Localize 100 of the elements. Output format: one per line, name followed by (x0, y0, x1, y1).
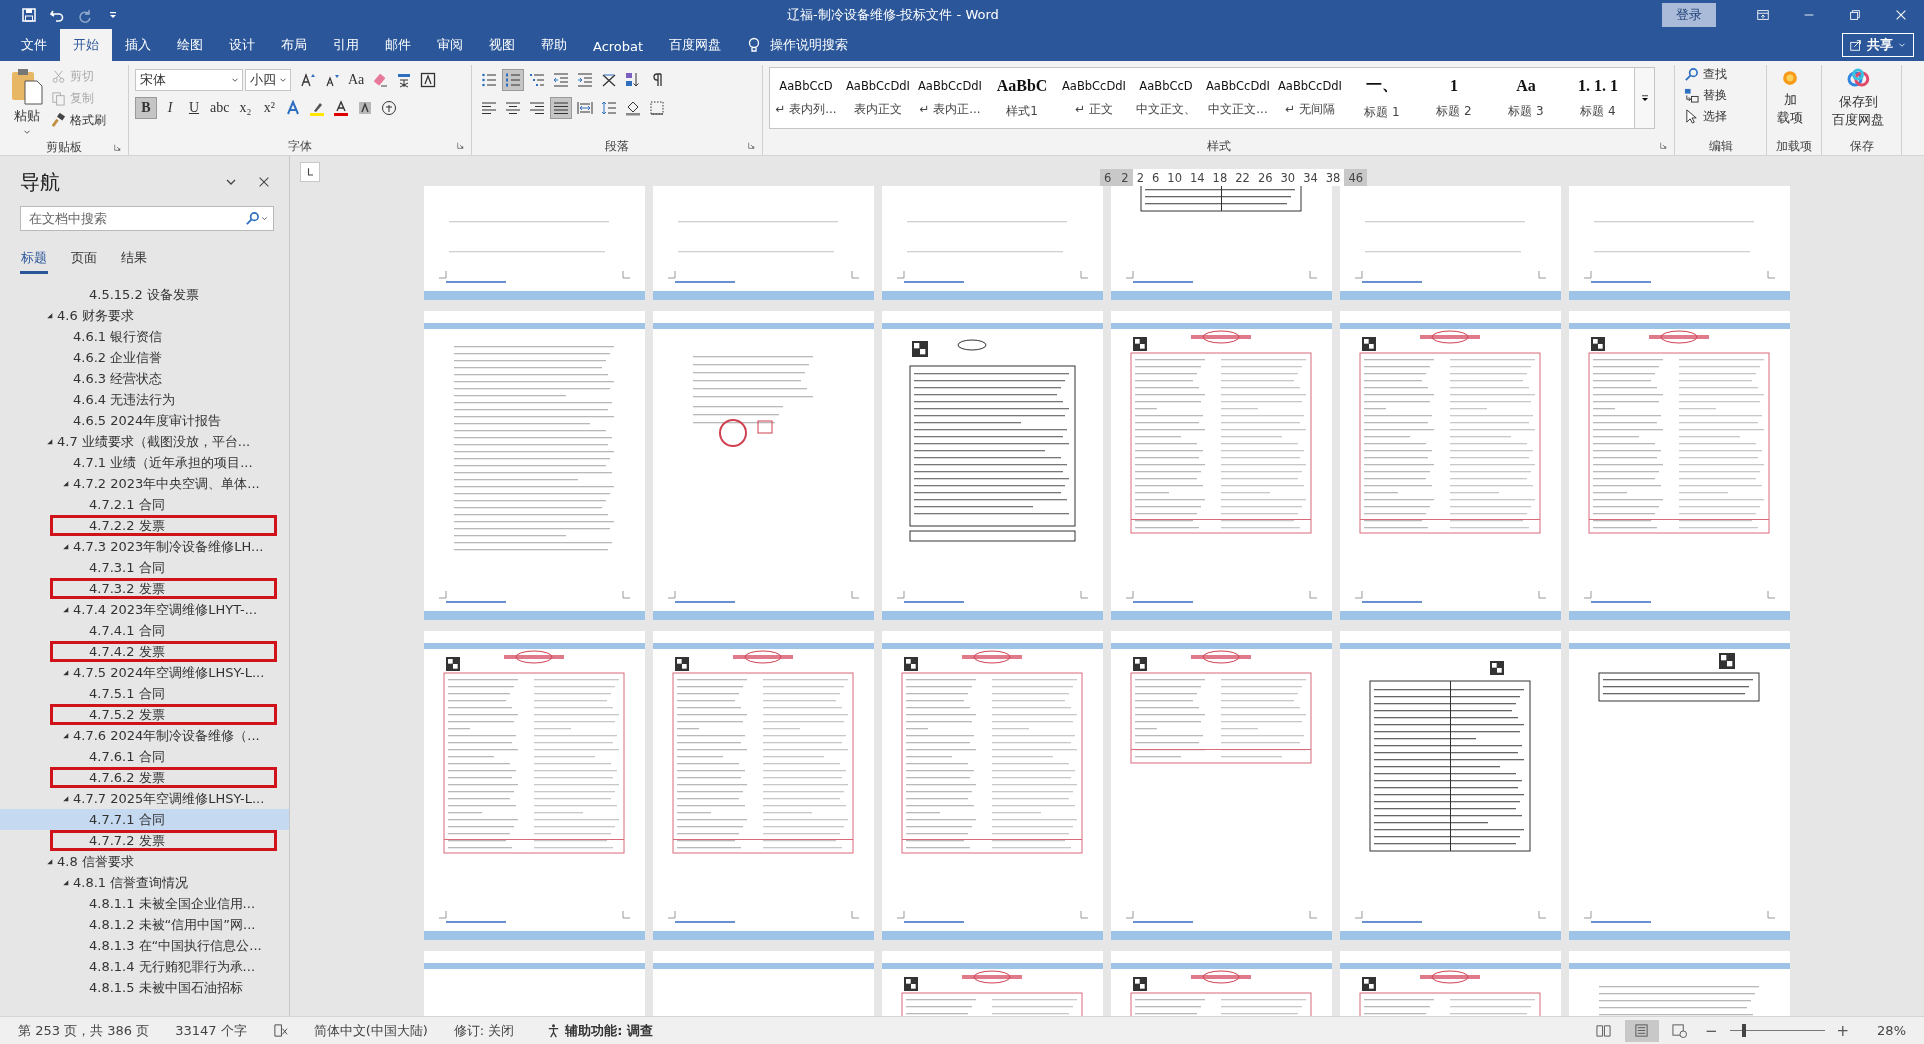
outline-item[interactable]: 4.7.2.1 合同 (0, 494, 289, 515)
outline-item[interactable]: 4.7.7 2025年空调维修LHSY-L... (0, 788, 289, 809)
style-option[interactable]: Aa 标题 3 (1490, 68, 1562, 128)
outline-item[interactable]: 4.7.2.2 发票 (0, 515, 289, 536)
outline-item[interactable]: 4.7.5.2 发票 (0, 704, 289, 725)
outline-item[interactable]: 4.7.1 业绩（近年承担的项目... (0, 452, 289, 473)
sign-in-button[interactable]: 登录 (1662, 3, 1716, 27)
style-option[interactable]: 1 标题 2 (1418, 68, 1490, 128)
close-icon[interactable] (257, 175, 271, 189)
select-button[interactable]: 选择 (1681, 107, 1730, 126)
outline-item[interactable]: 4.6.4 无违法行为 (0, 389, 289, 410)
outline-item[interactable]: 4.6 财务要求 (0, 305, 289, 326)
outline-item[interactable]: 4.7.7.2 发票 (0, 830, 289, 851)
outline-item[interactable]: 4.7.5 2024年空调维修LHSY-L... (0, 662, 289, 683)
dialog-launcher-icon[interactable] (1659, 141, 1668, 150)
ruler-label: 6 (1152, 170, 1160, 185)
style-option[interactable]: AaBbCcDdI 表内正文 (842, 68, 914, 128)
style-option[interactable]: AaBbCcD 中文正文、 (1130, 68, 1202, 128)
ribbon-tab[interactable]: 插入 (112, 29, 164, 61)
format-button[interactable]: B (135, 97, 157, 119)
outline-item[interactable]: 4.7.6 2024年制冷设备维修（... (0, 725, 289, 746)
format-button[interactable]: x² (258, 97, 281, 119)
pane-tab[interactable]: 页面 (70, 245, 98, 274)
style-option[interactable]: AaBbCcDdI ↵ 表内正... (914, 68, 986, 128)
style-option[interactable]: AaBbCcDdI ↵ 正文 (1058, 68, 1130, 128)
style-option[interactable]: AaBbCcDdI ↵ 无间隔 (1274, 68, 1346, 128)
ribbon-tab[interactable]: 审阅 (424, 29, 476, 61)
ribbon-tab[interactable]: Acrobat (580, 32, 657, 61)
format-button[interactable]: U (183, 97, 205, 119)
outline-item[interactable]: 4.7.5.1 合同 (0, 683, 289, 704)
pane-tab[interactable]: 结果 (120, 245, 148, 274)
outline-item[interactable]: 4.7.6.1 合同 (0, 746, 289, 767)
outline-item[interactable]: 4.7 业绩要求（截图没放，平台... (0, 431, 289, 452)
dialog-launcher-icon[interactable] (456, 141, 465, 150)
outline-item[interactable]: 4.8.1.1 未被全国企业信用... (0, 893, 289, 914)
numbered-list-button[interactable] (502, 69, 524, 91)
tab-selector[interactable] (300, 162, 320, 182)
style-option[interactable]: 1. 1. 1 标题 4 (1562, 68, 1634, 128)
style-option[interactable]: AaBbCcDdI 中文正文... (1202, 68, 1274, 128)
outline-item[interactable]: 4.8.1.4 无行贿犯罪行为承... (0, 956, 289, 977)
enclose-character-icon (381, 100, 398, 116)
outline-item[interactable]: 4.6.5 2024年度审计报告 (0, 410, 289, 431)
outline-item[interactable]: 4.6.3 经营状态 (0, 368, 289, 389)
zoom-in-button[interactable]: + (1832, 1021, 1854, 1040)
format-button[interactable]: Aa (345, 69, 368, 91)
distributed-icon (577, 100, 593, 116)
paste-button[interactable]: 粘贴 (6, 65, 48, 139)
ribbon-tab[interactable]: 绘图 (164, 29, 216, 61)
style-option[interactable]: AaBbC 样式1 (986, 68, 1058, 128)
ribbon-tab[interactable]: 开始 (60, 29, 112, 61)
outline-item[interactable]: 4.8.1.5 未被中国石油招标 (0, 977, 289, 998)
share-button[interactable]: 共享 (1842, 33, 1914, 57)
outline-item[interactable]: 4.7.4.2 发票 (0, 641, 289, 662)
outline-item[interactable]: 4.7.6.2 发票 (0, 767, 289, 788)
tell-me-search[interactable]: 操作说明搜索 (770, 36, 849, 54)
outline-item[interactable]: 4.8 信誉要求 (0, 851, 289, 872)
save-to-cloud-button[interactable]: 保存到 百度网盘 (1828, 65, 1888, 137)
format-painter-button[interactable]: 格式刷 (48, 111, 109, 130)
slider-thumb[interactable] (1741, 1024, 1746, 1037)
ribbon-tab[interactable]: 帮助 (528, 29, 580, 61)
find-button[interactable]: 查找 (1681, 65, 1730, 84)
ruler-label: 2 (1136, 170, 1144, 185)
outline-item[interactable]: 4.5.15.2 设备发票 (0, 284, 289, 305)
font-size-field[interactable]: 小四 (245, 69, 291, 91)
dialog-launcher-icon[interactable] (747, 141, 756, 150)
ribbon-tab[interactable]: 邮件 (372, 29, 424, 61)
pane-tab[interactable]: 标题 (20, 245, 48, 274)
outline-item[interactable]: 4.7.2 2023年中央空调、单体... (0, 473, 289, 494)
outline-item[interactable]: 4.7.4.1 合同 (0, 620, 289, 641)
accessibility-button[interactable]: 辅助功能: 调查 (540, 1020, 660, 1041)
replace-button[interactable]: 替换 (1681, 86, 1730, 105)
outline-item[interactable]: 4.7.3.1 合同 (0, 557, 289, 578)
outline-item[interactable]: 4.8.1.2 未被“信用中国”网... (0, 914, 289, 935)
borders-icon (649, 100, 665, 116)
font-name-field[interactable]: 宋体 (135, 69, 243, 91)
outline-item[interactable]: 4.7.3.2 发票 (0, 578, 289, 599)
format-button[interactable]: abc (207, 97, 233, 119)
zoom-out-button[interactable]: − (1700, 1021, 1722, 1040)
add-ins-button[interactable]: 加 载项 (1773, 65, 1807, 137)
ribbon-tab[interactable]: 百度网盘 (656, 29, 735, 61)
style-option[interactable]: 一、 标题 1 (1346, 68, 1418, 128)
format-button[interactable]: x₂ (234, 97, 257, 119)
proofing-icon[interactable] (272, 1023, 288, 1038)
ribbon-tab[interactable]: 布局 (268, 29, 320, 61)
ribbon-tab[interactable]: 文件 (8, 29, 60, 61)
ribbon-tab[interactable]: 视图 (476, 29, 528, 61)
print-view-button[interactable] (1624, 1019, 1659, 1042)
style-option[interactable]: AaBbCcD ↵ 表内列... (770, 68, 842, 128)
outline-item[interactable]: 4.7.4 2023年空调维修LHYT-... (0, 599, 289, 620)
ribbon-tab[interactable]: 引用 (320, 29, 372, 61)
dialog-launcher-icon[interactable] (113, 143, 122, 152)
outline-item[interactable]: 4.7.3 2023年制冷设备维修LH... (0, 536, 289, 557)
justify-button[interactable] (550, 97, 572, 119)
format-button[interactable]: I (159, 97, 181, 119)
outline-item[interactable]: 4.8.1.3 在“中国执行信息公... (0, 935, 289, 956)
outline-item[interactable]: 4.6.2 企业信誉 (0, 347, 289, 368)
ribbon-tab[interactable]: 设计 (216, 29, 268, 61)
outline-item[interactable]: 4.7.7.1 合同 (0, 809, 289, 830)
outline-item[interactable]: 4.8.1 信誉查询情况 (0, 872, 289, 893)
outline-item[interactable]: 4.6.1 银行资信 (0, 326, 289, 347)
